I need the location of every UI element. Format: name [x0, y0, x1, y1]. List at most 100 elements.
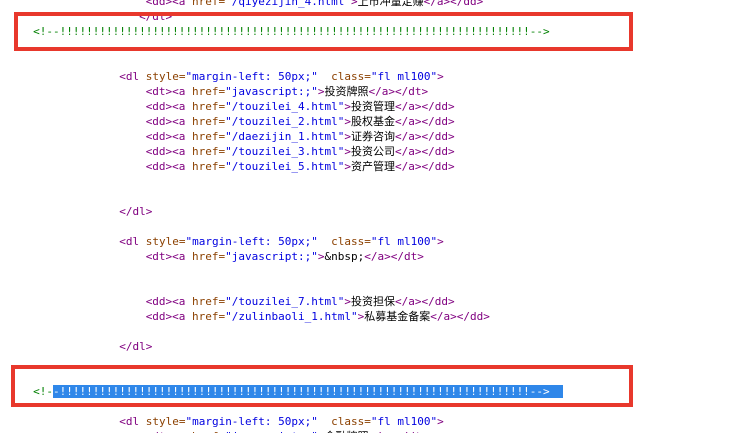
code-token-attr: href=	[192, 145, 225, 158]
code-line: <dd><a href="/touzilei_2.html">股权基金</a><…	[0, 114, 748, 129]
code-token-attr: class=	[331, 235, 371, 248]
code-line	[0, 39, 748, 54]
code-token-comment_sel	[550, 385, 563, 398]
code-token-comment_sel: -!!!!!!!!!!!!!!!!!!!!!!!!!!!!!!!!!!!!!!!…	[53, 385, 550, 398]
code-token-attr: href=	[192, 160, 225, 173]
code-line	[0, 399, 748, 414]
code-token-text: 投资担保	[351, 295, 395, 308]
code-token-value: "margin-left: 50px;"	[185, 415, 317, 428]
code-token-value: "margin-left: 50px;"	[185, 70, 317, 83]
code-token-value: "fl ml100"	[371, 70, 437, 83]
code-line: <!--!!!!!!!!!!!!!!!!!!!!!!!!!!!!!!!!!!!!…	[0, 24, 748, 39]
code-token-value: "margin-left: 50px;"	[185, 235, 317, 248]
code-token-value: "/touzilei_7.html"	[225, 295, 344, 308]
code-token-tag: </a></dd>	[395, 160, 455, 173]
code-token-value: "/qiyezijin_4.html"	[225, 0, 351, 8]
code-token-attr: href=	[192, 100, 225, 113]
code-line: <!--!!!!!!!!!!!!!!!!!!!!!!!!!!!!!!!!!!!!…	[0, 384, 748, 399]
code-token-attr: href=	[192, 115, 225, 128]
code-token-tag: <dd><a	[146, 145, 192, 158]
code-token-tag: </a></dt>	[369, 85, 429, 98]
code-token-text: 私募基金备案	[364, 310, 430, 323]
code-token-tag: >	[318, 85, 325, 98]
code-token-comment: <!-	[33, 385, 53, 398]
code-token-tag: </dl>	[119, 340, 152, 353]
code-token-text: 上市冲量定赚	[358, 0, 424, 8]
code-token-tag: </a></dd>	[395, 145, 455, 158]
code-token-attr: style=	[146, 235, 186, 248]
code-token-text: 投资管理	[351, 100, 395, 113]
code-token-tag: </a></dd>	[424, 0, 484, 8]
code-token-tag: <dd><a	[146, 100, 192, 113]
code-token-attr: style=	[146, 415, 186, 428]
code-line: <dd><a href="/touzilei_7.html">投资担保</a><…	[0, 294, 748, 309]
code-token-value: "fl ml100"	[371, 235, 437, 248]
code-line	[0, 279, 748, 294]
code-token-text: 资产管理	[351, 160, 395, 173]
code-token-text: 证券咨询	[351, 130, 395, 143]
code-token-value: "/touzilei_5.html"	[225, 160, 344, 173]
code-token-tag: >	[351, 0, 358, 8]
code-line: <dt><a href="javascript:;">&nbsp;</a></d…	[0, 249, 748, 264]
code-token-tag	[318, 415, 331, 428]
code-line: <dd><a href="/touzilei_3.html">投资公司</a><…	[0, 144, 748, 159]
code-token-tag: </a></dd>	[395, 100, 455, 113]
code-token-attr: href=	[192, 85, 225, 98]
code-line	[0, 189, 748, 204]
code-token-tag: <dd><a	[146, 160, 192, 173]
code-line: <dd><a href="/daezijin_1.html">证券咨询</a><…	[0, 129, 748, 144]
code-line: <dd><a href="/touzilei_5.html">资产管理</a><…	[0, 159, 748, 174]
code-token-tag: <dl	[119, 415, 146, 428]
code-area[interactable]: <dd><a href="/qiyezijin_4.html">上市冲量定赚</…	[0, 0, 748, 433]
code-token-attr: href=	[192, 310, 225, 323]
code-line: <dd><a href="/zulinbaoli_1.html">私募基金备案<…	[0, 309, 748, 324]
code-line: <dl style="margin-left: 50px;" class="fl…	[0, 414, 748, 429]
code-token-value: "/touzilei_3.html"	[225, 145, 344, 158]
code-line	[0, 324, 748, 339]
code-token-tag: <dd><a	[146, 310, 192, 323]
code-token-attr: href=	[192, 250, 225, 263]
code-token-attr: href=	[192, 0, 225, 8]
code-token-value: "/touzilei_4.html"	[225, 100, 344, 113]
code-line: </dl>	[0, 339, 748, 354]
code-token-tag: </a></dd>	[395, 115, 455, 128]
code-token-tag: </dl>	[119, 205, 152, 218]
code-token-tag	[318, 70, 331, 83]
code-line: <dd><a href="/touzilei_4.html">投资管理</a><…	[0, 99, 748, 114]
code-token-value: "fl ml100"	[371, 415, 437, 428]
code-token-attr: href=	[192, 295, 225, 308]
code-token-tag: </dl>	[139, 10, 172, 23]
code-token-value: "/daezijin_1.html"	[225, 130, 344, 143]
code-line: <dt><a href="javascript:;">投资牌照</a></dt>	[0, 84, 748, 99]
code-line: <dd><a href="/qiyezijin_4.html">上市冲量定赚</…	[0, 0, 748, 9]
code-line: <dt><a href="javascript:;">金融牌照</a></dt>	[0, 429, 748, 433]
code-token-tag: <dd><a	[146, 130, 192, 143]
code-token-text: &nbsp;	[325, 250, 365, 263]
code-token-text: 股权基金	[351, 115, 395, 128]
code-token-tag: <dd><a	[146, 295, 192, 308]
code-token-attr: class=	[331, 70, 371, 83]
code-token-tag: <dd><a	[146, 0, 192, 8]
code-token-tag: >	[318, 250, 325, 263]
code-token-tag: </a></dd>	[430, 310, 490, 323]
code-token-tag	[318, 235, 331, 248]
code-token-tag: </a></dt>	[364, 250, 424, 263]
code-token-value: "javascript:;"	[225, 250, 318, 263]
code-token-tag: <dt><a	[146, 250, 192, 263]
code-line	[0, 354, 748, 369]
code-token-tag: >	[437, 415, 444, 428]
code-token-tag: </a></dd>	[395, 130, 455, 143]
source-code-viewport[interactable]: <dd><a href="/qiyezijin_4.html">上市冲量定赚</…	[0, 0, 748, 433]
code-line	[0, 174, 748, 189]
code-token-text: 投资公司	[351, 145, 395, 158]
code-token-tag: </a></dd>	[395, 295, 455, 308]
code-line: </dl>	[0, 204, 748, 219]
code-token-tag: <dd><a	[146, 115, 192, 128]
code-token-comment: <!--!!!!!!!!!!!!!!!!!!!!!!!!!!!!!!!!!!!!…	[33, 25, 550, 38]
source-view-page: { "palette": { "tag": "#800080", "attr":…	[0, 0, 748, 433]
code-token-text: 投资牌照	[325, 85, 369, 98]
code-line: <dl style="margin-left: 50px;" class="fl…	[0, 69, 748, 84]
code-line: </dl>	[0, 9, 748, 24]
code-line	[0, 369, 748, 384]
code-line	[0, 219, 748, 234]
